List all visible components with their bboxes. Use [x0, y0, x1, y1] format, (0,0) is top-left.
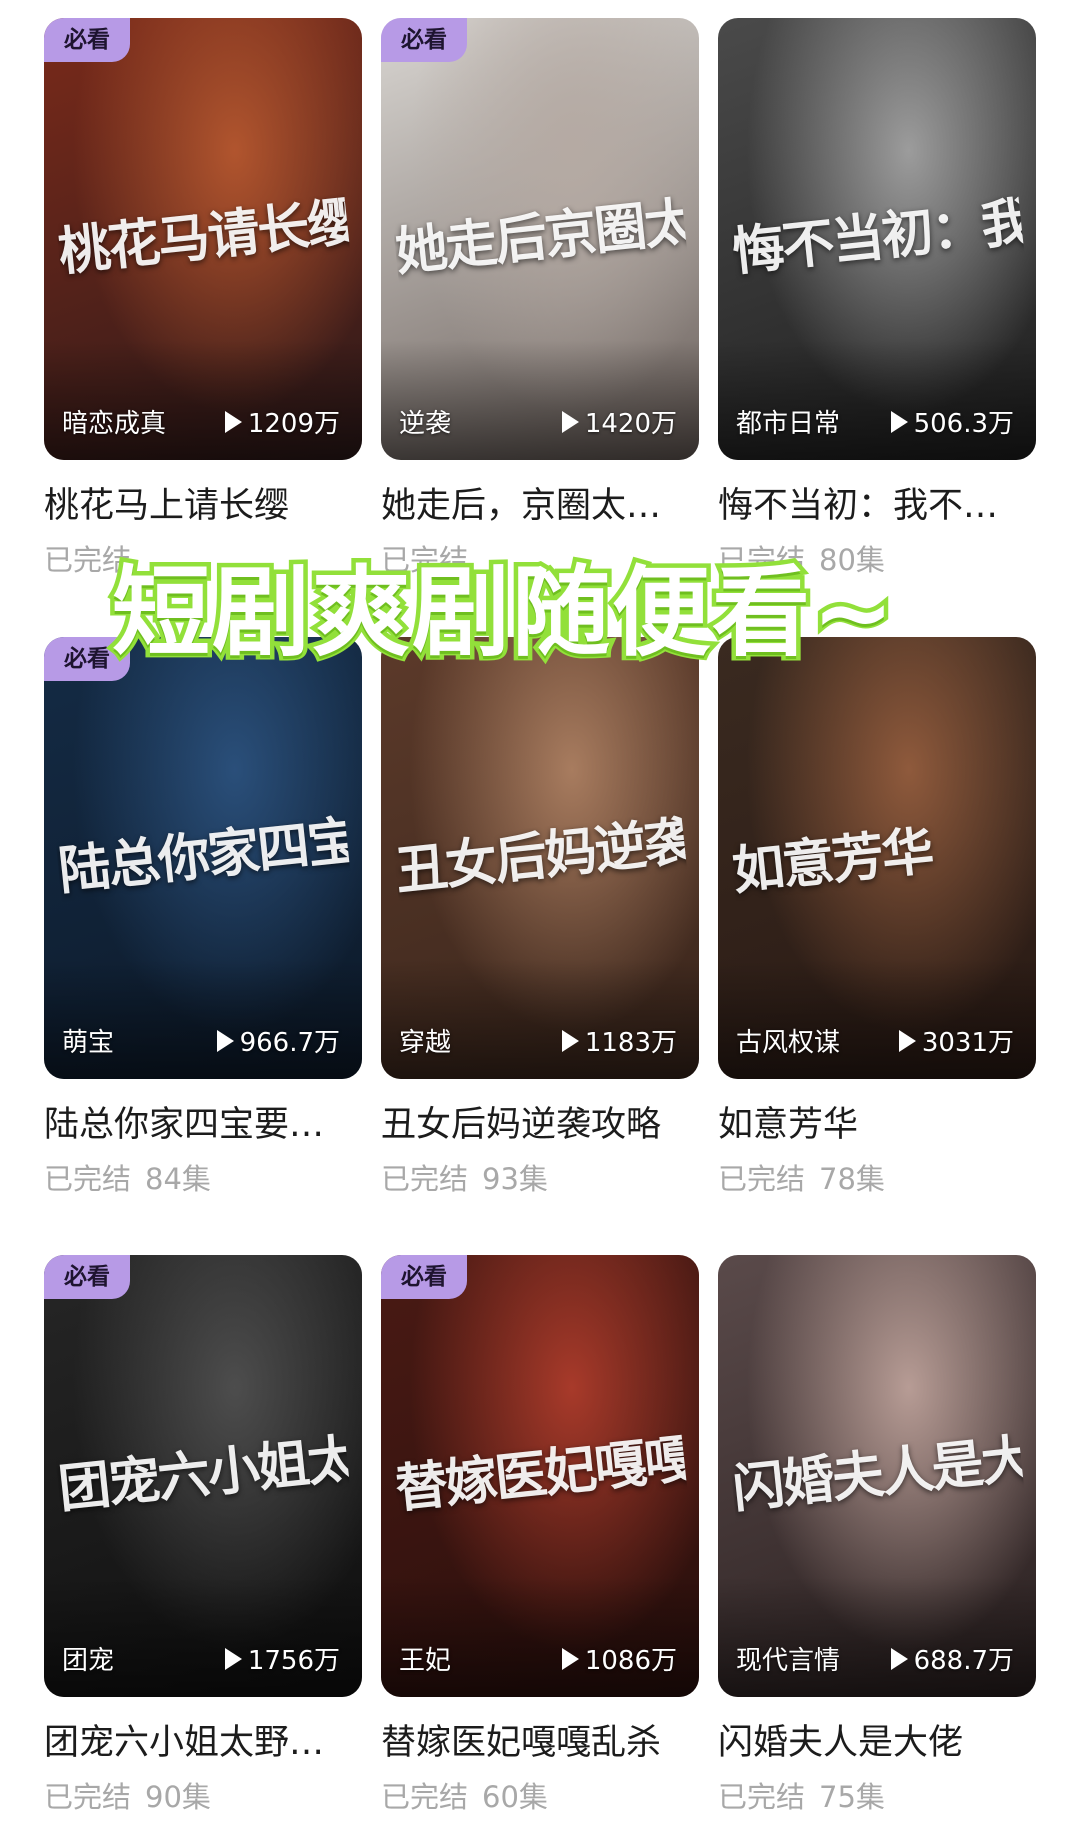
- drama-card[interactable]: 桃花马请长缨 必看 暗恋成真 1209万 桃花马上请长缨 已完结: [44, 18, 362, 578]
- genre-tag: 暗恋成真: [62, 409, 167, 439]
- play-count-value: 506.3万: [913, 409, 1014, 439]
- drama-meta: 已完结 93集: [381, 1161, 699, 1197]
- drama-poster[interactable]: 闪婚夫人是大佬 现代言情 688.7万: [718, 1255, 1036, 1697]
- drama-card[interactable]: 悔不当初：我不追了你哭什么 都市日常 506.3万 悔不当初：我不… 已完结 80集: [718, 18, 1036, 578]
- drama-title[interactable]: 闪婚夫人是大佬: [718, 1721, 1036, 1765]
- play-icon: [224, 1647, 242, 1670]
- play-count-value: 966.7万: [239, 1028, 340, 1058]
- must-watch-badge: 必看: [381, 1255, 467, 1299]
- episode-count: 90集: [145, 1780, 211, 1814]
- episode-count: 78集: [819, 1162, 885, 1196]
- play-icon: [561, 1647, 579, 1670]
- poster-shade: [44, 340, 362, 460]
- play-count-value: 1086万: [584, 1646, 677, 1676]
- play-count: 1086万: [561, 1640, 677, 1677]
- drama-title[interactable]: 桃花马上请长缨: [44, 484, 362, 528]
- drama-title[interactable]: 如意芳华: [718, 1103, 1036, 1147]
- drama-title[interactable]: 她走后，京圈太…: [381, 484, 699, 528]
- drama-title[interactable]: 团宠六小姐太野…: [44, 1721, 362, 1765]
- drama-poster[interactable]: 丑女后妈逆袭攻略 穿越 1183万: [381, 637, 699, 1079]
- drama-title[interactable]: 陆总你家四宝要…: [44, 1103, 362, 1147]
- drama-card[interactable]: 丑女后妈逆袭攻略 穿越 1183万 丑女后妈逆袭攻略 已完结 93集: [381, 637, 699, 1197]
- play-icon: [898, 1029, 916, 1052]
- drama-meta: 已完结 60集: [381, 1779, 699, 1815]
- play-icon: [216, 1029, 234, 1052]
- drama-card[interactable]: 陆总你家四宝要逆天 必看 萌宝 966.7万 陆总你家四宝要… 已完结 84集: [44, 637, 362, 1197]
- completion-status: 已完结: [44, 1162, 132, 1196]
- play-count-value: 688.7万: [913, 1646, 1014, 1676]
- poster-shade: [381, 959, 699, 1079]
- play-count: 1756万: [224, 1640, 340, 1677]
- must-watch-badge: 必看: [44, 1255, 130, 1299]
- play-count: 1183万: [561, 1022, 677, 1059]
- completion-status: 已完结: [381, 1780, 469, 1814]
- play-icon: [224, 410, 242, 433]
- drama-poster[interactable]: 如意芳华 古风权谋 3031万: [718, 637, 1036, 1079]
- play-icon: [561, 1029, 579, 1052]
- drama-poster[interactable]: 替嫁医妃嘎嘎乱杀 必看 王妃 1086万: [381, 1255, 699, 1697]
- drama-card[interactable]: 闪婚夫人是大佬 现代言情 688.7万 闪婚夫人是大佬 已完结 75集: [718, 1255, 1036, 1815]
- genre-tag: 现代言情: [736, 1646, 841, 1676]
- drama-poster[interactable]: 团宠六小姐太野了 必看 团宠 1756万: [44, 1255, 362, 1697]
- genre-tag: 古风权谋: [736, 1028, 841, 1058]
- drama-grid: 桃花马请长缨 必看 暗恋成真 1209万 桃花马上请长缨 已完结 她走后京圈太子爷急疯了 必看…: [0, 0, 1080, 1838]
- drama-meta: 已完结 78集: [718, 1161, 1036, 1197]
- drama-meta: 已完结 84集: [44, 1161, 362, 1197]
- play-count: 966.7万: [216, 1022, 340, 1059]
- completion-status: 已完结: [381, 1162, 469, 1196]
- play-count: 1420万: [561, 403, 677, 440]
- play-count-value: 1209万: [247, 409, 340, 439]
- drama-title[interactable]: 丑女后妈逆袭攻略: [381, 1103, 699, 1147]
- must-watch-badge: 必看: [44, 18, 130, 62]
- play-count: 506.3万: [890, 403, 1014, 440]
- must-watch-badge: 必看: [381, 18, 467, 62]
- episode-count: 60集: [482, 1780, 548, 1814]
- genre-tag: 都市日常: [736, 409, 841, 439]
- completion-status: 已完结: [44, 1780, 132, 1814]
- play-count: 1209万: [224, 403, 340, 440]
- genre-tag: 王妃: [399, 1646, 452, 1676]
- poster-shade: [44, 1577, 362, 1697]
- play-icon: [890, 1647, 908, 1670]
- play-count-value: 1756万: [247, 1646, 340, 1676]
- drama-card[interactable]: 她走后京圈太子爷急疯了 必看 逆袭 1420万 她走后，京圈太… 已完结: [381, 18, 699, 578]
- genre-tag: 穿越: [399, 1028, 452, 1058]
- genre-tag: 萌宝: [62, 1028, 115, 1058]
- drama-title[interactable]: 悔不当初：我不…: [718, 484, 1036, 528]
- drama-card[interactable]: 团宠六小姐太野了 必看 团宠 1756万 团宠六小姐太野… 已完结 90集: [44, 1255, 362, 1815]
- poster-shade: [381, 1577, 699, 1697]
- poster-shade: [718, 340, 1036, 460]
- completion-status: 已完结: [718, 1780, 806, 1814]
- drama-meta: 已完结 75集: [718, 1779, 1036, 1815]
- episode-count: 75集: [819, 1780, 885, 1814]
- drama-card[interactable]: 如意芳华 古风权谋 3031万 如意芳华 已完结 78集: [718, 637, 1036, 1197]
- episode-count: 93集: [482, 1162, 548, 1196]
- drama-poster[interactable]: 她走后京圈太子爷急疯了 必看 逆袭 1420万: [381, 18, 699, 460]
- poster-shade: [718, 959, 1036, 1079]
- genre-tag: 逆袭: [399, 409, 452, 439]
- drama-poster[interactable]: 陆总你家四宝要逆天 必看 萌宝 966.7万: [44, 637, 362, 1079]
- drama-card[interactable]: 替嫁医妃嘎嘎乱杀 必看 王妃 1086万 替嫁医妃嘎嘎乱杀 已完结 60集: [381, 1255, 699, 1815]
- play-count-value: 3031万: [921, 1028, 1014, 1058]
- poster-shade: [44, 959, 362, 1079]
- poster-shade: [381, 340, 699, 460]
- drama-title[interactable]: 替嫁医妃嘎嘎乱杀: [381, 1721, 699, 1765]
- play-count: 688.7万: [890, 1640, 1014, 1677]
- poster-shade: [718, 1577, 1036, 1697]
- drama-poster[interactable]: 悔不当初：我不追了你哭什么 都市日常 506.3万: [718, 18, 1036, 460]
- promo-overlay-text: 短剧爽剧随便看~: [108, 552, 899, 675]
- drama-poster[interactable]: 桃花马请长缨 必看 暗恋成真 1209万: [44, 18, 362, 460]
- play-icon: [890, 410, 908, 433]
- episode-count: 84集: [145, 1162, 211, 1196]
- play-count: 3031万: [898, 1022, 1014, 1059]
- play-count-value: 1183万: [584, 1028, 677, 1058]
- play-icon: [561, 410, 579, 433]
- completion-status: 已完结: [718, 1162, 806, 1196]
- drama-meta: 已完结 90集: [44, 1779, 362, 1815]
- play-count-value: 1420万: [584, 409, 677, 439]
- genre-tag: 团宠: [62, 1646, 115, 1676]
